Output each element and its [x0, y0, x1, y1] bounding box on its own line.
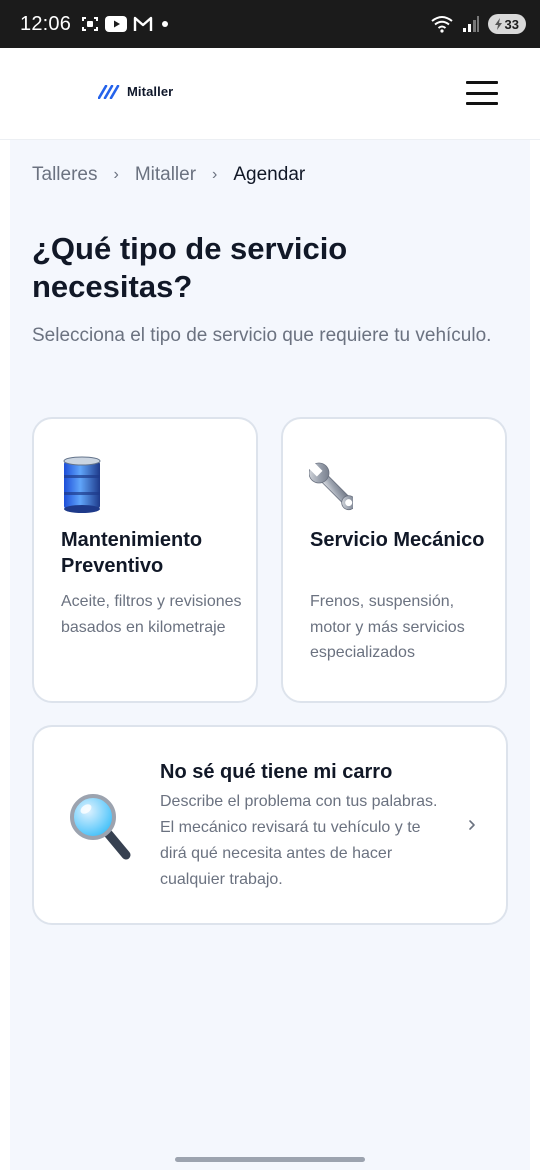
- wrench-icon: [309, 461, 353, 511]
- wifi-icon: [430, 16, 453, 33]
- breadcrumb-separator-icon: ›: [113, 166, 119, 183]
- status-time: 12:06: [20, 12, 72, 35]
- youtube-icon: [105, 16, 128, 32]
- diagnostic-card-description: Describe el problema con tus palabras. E…: [160, 793, 438, 888]
- breadcrumb-item-agendar: Agendar: [233, 164, 306, 185]
- breadcrumb-item-talleres[interactable]: Talleres: [32, 164, 97, 186]
- chevron-right-icon: [469, 820, 475, 830]
- service-card-title: Servicio Mecánico: [310, 529, 485, 551]
- oil-drum-icon: [63, 456, 101, 513]
- breadcrumb-item-mitaller[interactable]: Mitaller: [135, 164, 196, 186]
- page-subtitle: Selecciona el tipo de servicio que requi…: [32, 325, 492, 346]
- logo-mark-icon: [98, 84, 120, 99]
- magnifying-glass-icon: [70, 794, 131, 860]
- logo[interactable]: Mitaller: [98, 84, 173, 99]
- signal-icon: [462, 16, 479, 32]
- service-card-title: Mantenimiento Preventivo: [61, 529, 203, 577]
- breadcrumb-separator-icon: ›: [212, 166, 218, 183]
- service-card-mantenimiento[interactable]: Mantenimiento Preventivo Aceite, filtros…: [32, 417, 258, 703]
- service-card-description: Frenos, suspensión, motor y más servicio…: [310, 593, 465, 661]
- status-bar: 12:06 33: [0, 0, 540, 48]
- dot-icon: [162, 21, 169, 27]
- logo-text: Mitaller: [127, 84, 174, 99]
- battery-icon: 33: [487, 14, 526, 34]
- hamburger-menu-icon[interactable]: [466, 78, 498, 108]
- app-header: Mitaller: [0, 48, 540, 140]
- screenshot-icon: [82, 17, 99, 31]
- status-notification-icons: [81, 15, 171, 33]
- service-card-description: Aceite, filtros y revisiones basados en …: [61, 593, 242, 636]
- main-content: Talleres › Mitaller › Agendar ¿Qué tipo …: [10, 140, 530, 1170]
- breadcrumb: Talleres › Mitaller › Agendar: [32, 164, 305, 186]
- battery-level: 33: [504, 16, 519, 32]
- status-system-icons: 33: [430, 14, 526, 34]
- service-card-mecanico[interactable]: Servicio Mecánico Frenos, suspensión, mo…: [281, 417, 507, 703]
- page-title: ¿Qué tipo de servicio necesitas?: [32, 231, 348, 304]
- diagnostic-card-title: No sé qué tiene mi carro: [160, 761, 393, 783]
- service-card-diagnostico[interactable]: No sé qué tiene mi carro Describe el pro…: [32, 725, 508, 925]
- gmail-icon: [133, 16, 153, 31]
- home-indicator[interactable]: [175, 1157, 365, 1162]
